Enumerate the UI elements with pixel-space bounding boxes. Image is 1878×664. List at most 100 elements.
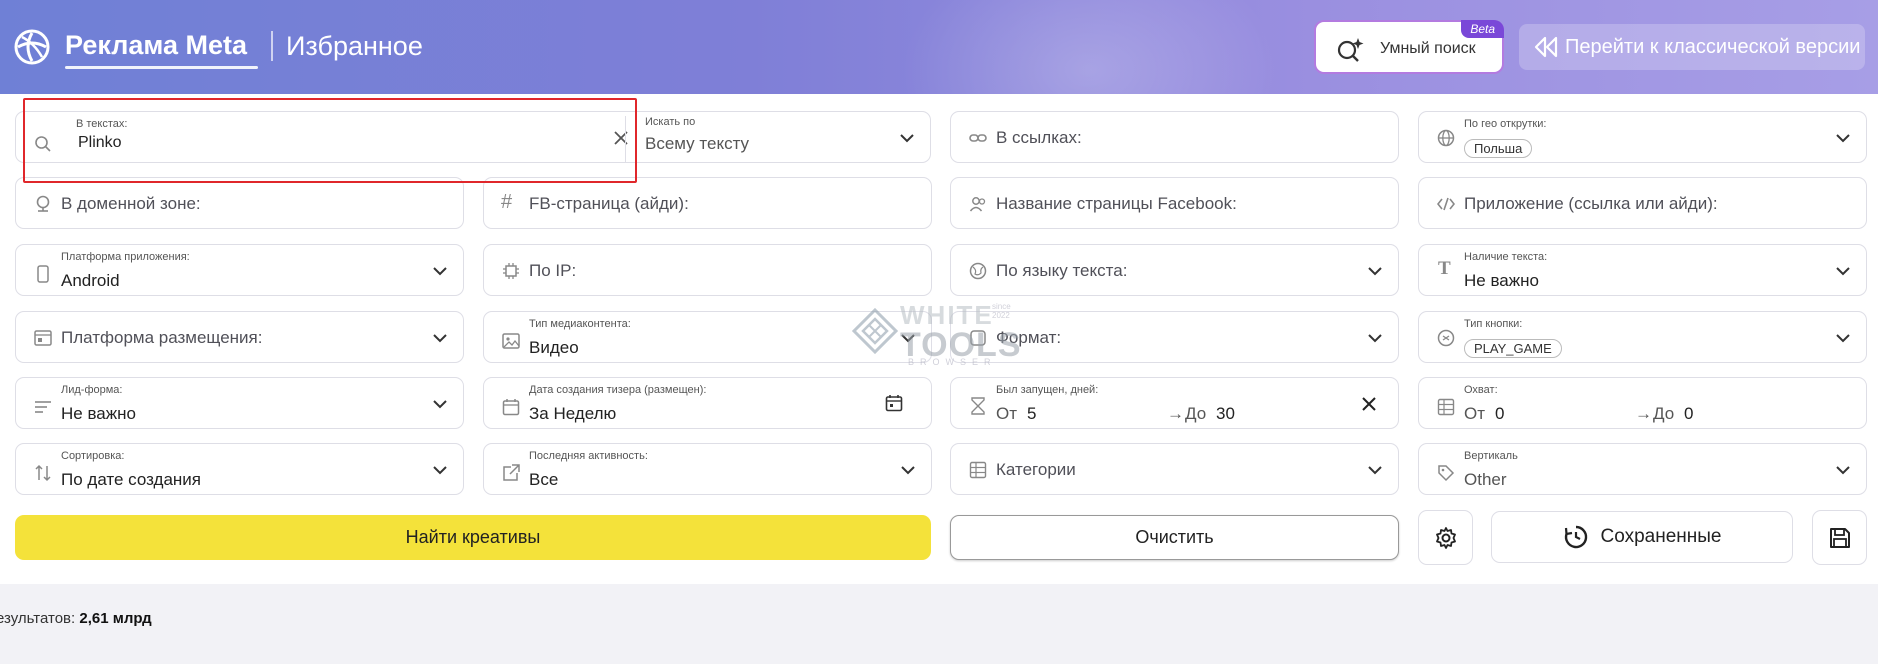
- history-icon: [1564, 525, 1587, 549]
- app-platform-label: Платформа приложения:: [61, 251, 190, 263]
- app-platform-value[interactable]: Android: [61, 271, 120, 291]
- button-type-field[interactable]: Тип кнопки: PLAY_GAME: [1418, 311, 1867, 363]
- links-field[interactable]: В ссылках:: [950, 111, 1399, 163]
- beta-badge: Beta: [1461, 20, 1504, 38]
- page-subtitle: Избранное: [286, 31, 423, 61]
- fb-page-id-field[interactable]: # FB-страница (айди):: [483, 177, 932, 229]
- reach-from-value[interactable]: 0: [1495, 404, 1504, 424]
- chevron-down-icon[interactable]: [1836, 334, 1850, 343]
- chevron-down-icon[interactable]: [433, 267, 447, 276]
- days-from-label: От: [996, 404, 1018, 423]
- app-platform-field[interactable]: Платформа приложения: Android: [15, 244, 464, 296]
- results-label: езультатов:: [0, 610, 76, 627]
- clear-icon[interactable]: [613, 130, 629, 146]
- chevron-down-icon[interactable]: [1368, 334, 1382, 343]
- fb-page-name-field[interactable]: Название страницы Facebook:: [950, 177, 1399, 229]
- external-activity-icon: [503, 464, 520, 481]
- code-icon: [1437, 197, 1455, 211]
- geo-field[interactable]: По гео открутки: Польша: [1418, 111, 1867, 163]
- floppy-disk-icon: [1829, 527, 1850, 548]
- reach-to-label: До: [1653, 404, 1675, 423]
- last-activity-field[interactable]: Последняя активность: Все: [483, 443, 932, 495]
- days-from-value[interactable]: 5: [1027, 404, 1036, 424]
- brand-title: Реклама Meta: [65, 30, 248, 60]
- geo-chip[interactable]: Польша: [1464, 139, 1533, 158]
- chevron-down-icon[interactable]: [1836, 134, 1850, 143]
- find-creatives-button[interactable]: Найти креативы: [15, 515, 931, 560]
- vertical-value[interactable]: Other: [1464, 470, 1507, 490]
- sort-field[interactable]: Сортировка: По дате создания: [15, 443, 464, 495]
- classic-version-button[interactable]: Перейти к классической версии: [1519, 24, 1865, 70]
- media-type-label: Тип медиаконтента:: [529, 318, 631, 330]
- text-language-field[interactable]: По языку текста:: [950, 244, 1399, 296]
- text-presence-value[interactable]: Не важно: [1464, 271, 1539, 291]
- chevron-down-icon[interactable]: [433, 466, 447, 475]
- clear-icon[interactable]: [1362, 397, 1376, 411]
- grid-icon: [1437, 398, 1455, 416]
- reach-field[interactable]: Охват: От 0 → До 0: [1418, 377, 1867, 429]
- app-field[interactable]: Приложение (ссылка или айди):: [1418, 177, 1867, 229]
- reach-label: Охват:: [1464, 384, 1498, 396]
- chevron-down-icon[interactable]: [433, 334, 447, 343]
- ip-field[interactable]: По IP:: [483, 244, 932, 296]
- sort-icon: [35, 464, 51, 482]
- last-activity-label: Последняя активность:: [529, 450, 648, 462]
- lines-icon: [35, 401, 51, 413]
- image-icon: [502, 333, 520, 349]
- creation-date-field[interactable]: Дата создания тизера (размещен): За Неде…: [483, 377, 932, 429]
- arrow-right-icon: →: [1635, 404, 1652, 423]
- chevron-down-icon[interactable]: [1368, 466, 1382, 475]
- chevron-down-icon[interactable]: [1836, 466, 1850, 475]
- lead-form-value[interactable]: Не важно: [61, 404, 136, 424]
- fb-page-id-label: FB-страница (айди):: [529, 194, 689, 213]
- days-to-value[interactable]: 30: [1216, 404, 1235, 424]
- reach-to-value[interactable]: 0: [1684, 404, 1693, 424]
- media-type-field[interactable]: Тип медиаконтента: Видео: [483, 311, 932, 363]
- chevron-down-icon[interactable]: [1368, 267, 1382, 276]
- creation-date-value[interactable]: За Неделю: [529, 404, 616, 424]
- vertical-field[interactable]: Вертикаль Other: [1418, 443, 1867, 495]
- chevron-down-icon[interactable]: [900, 134, 914, 143]
- texts-search-field[interactable]: В текстах: Plinko Искать по Всему тексту: [15, 111, 931, 163]
- format-field[interactable]: Формат:: [950, 311, 1399, 363]
- days-to-label: До: [1185, 404, 1207, 423]
- button-type-icon: [1437, 329, 1455, 347]
- sort-label: Сортировка:: [61, 450, 125, 462]
- meta-logo-icon: [14, 29, 50, 65]
- results-value: 2,61 млрд: [79, 610, 152, 627]
- button-type-label: Тип кнопки:: [1464, 318, 1523, 330]
- saved-label: Сохраненные: [1600, 526, 1722, 547]
- lead-form-field[interactable]: Лид-форма: Не важно: [15, 377, 464, 429]
- calendar-picker-icon[interactable]: [885, 394, 903, 412]
- format-icon: [970, 330, 986, 346]
- button-type-chip[interactable]: PLAY_GAME: [1464, 339, 1562, 358]
- chevron-down-icon[interactable]: [901, 334, 915, 343]
- language-globe-icon: [969, 262, 987, 280]
- phone-icon: [37, 265, 49, 283]
- chevron-down-icon[interactable]: [901, 466, 915, 475]
- sort-value[interactable]: По дате создания: [61, 470, 201, 490]
- ip-label: По IP:: [529, 261, 577, 280]
- placement-field[interactable]: Платформа размещения:: [15, 311, 464, 363]
- days-running-field[interactable]: Был запущен, дней: От 5 → До 30: [950, 377, 1399, 429]
- clear-button[interactable]: Очистить: [950, 515, 1399, 560]
- domain-zone-field[interactable]: В доменной зоне:: [15, 177, 464, 229]
- saved-button[interactable]: Сохраненные: [1491, 511, 1793, 563]
- globe-icon: [1437, 129, 1455, 147]
- fb-page-name-label: Название страницы Facebook:: [996, 194, 1237, 213]
- search-by-value[interactable]: Всему тексту: [645, 134, 749, 154]
- smart-search-button[interactable]: Умный поиск Beta: [1314, 20, 1504, 74]
- texts-value[interactable]: Plinko: [78, 134, 122, 152]
- chevron-down-icon[interactable]: [1836, 267, 1850, 276]
- last-activity-value[interactable]: Все: [529, 470, 558, 490]
- categories-field[interactable]: Категории: [950, 443, 1399, 495]
- save-button[interactable]: [1812, 510, 1867, 565]
- settings-button[interactable]: [1418, 510, 1473, 565]
- domain-icon: [36, 195, 50, 212]
- media-type-value[interactable]: Видео: [529, 338, 579, 358]
- results-count: езультатов: 2,61 млрд: [0, 610, 152, 627]
- chevron-down-icon[interactable]: [433, 400, 447, 409]
- text-presence-field[interactable]: T Наличие текста: Не важно: [1418, 244, 1867, 296]
- hash-icon: #: [501, 191, 513, 213]
- categories-label: Категории: [996, 460, 1076, 479]
